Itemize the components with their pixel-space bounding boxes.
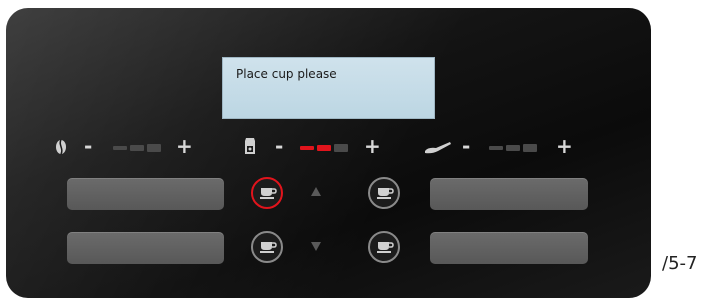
milk-level-segment	[523, 144, 537, 152]
milk-spout-icon	[424, 140, 452, 159]
triangle-down-icon[interactable]	[311, 242, 321, 251]
strength-level-segment	[130, 145, 144, 151]
strength-level-segment	[147, 144, 161, 152]
cup-icon	[377, 242, 394, 253]
coffee-container-icon	[243, 137, 257, 159]
quantity-level-segment	[300, 146, 314, 150]
right-bottom-button[interactable]	[430, 232, 588, 264]
cup-button-bottom-left[interactable]	[251, 231, 283, 263]
cup-icon	[260, 242, 277, 253]
strength-minus[interactable]: -	[84, 136, 92, 156]
cup-icon	[377, 188, 394, 199]
milk-level-segment	[506, 145, 520, 151]
cup-button-top-right[interactable]	[368, 177, 400, 209]
cup-button-bottom-right[interactable]	[368, 231, 400, 263]
quantity-minus[interactable]: -	[275, 136, 283, 156]
display-message: Place cup please	[236, 67, 337, 81]
left-bottom-button[interactable]	[67, 232, 224, 264]
triangle-up-icon[interactable]	[311, 187, 321, 196]
milk-level-segment	[489, 146, 503, 150]
cup-icon	[260, 188, 277, 199]
strength-plus[interactable]: +	[176, 136, 193, 156]
strength-level-segment	[113, 146, 127, 150]
coffee-bean-icon	[55, 139, 67, 159]
right-top-button[interactable]	[430, 178, 588, 210]
milk-minus[interactable]: -	[462, 136, 470, 156]
quantity-level-segment	[317, 145, 331, 151]
left-top-button[interactable]	[67, 178, 224, 210]
quantity-plus[interactable]: +	[364, 136, 381, 156]
quantity-level-segment	[334, 144, 348, 152]
figure-reference: /5-7	[662, 253, 698, 274]
cup-button-top-left[interactable]	[251, 177, 283, 209]
milk-plus[interactable]: +	[556, 136, 573, 156]
lcd-display: Place cup please	[222, 57, 435, 119]
